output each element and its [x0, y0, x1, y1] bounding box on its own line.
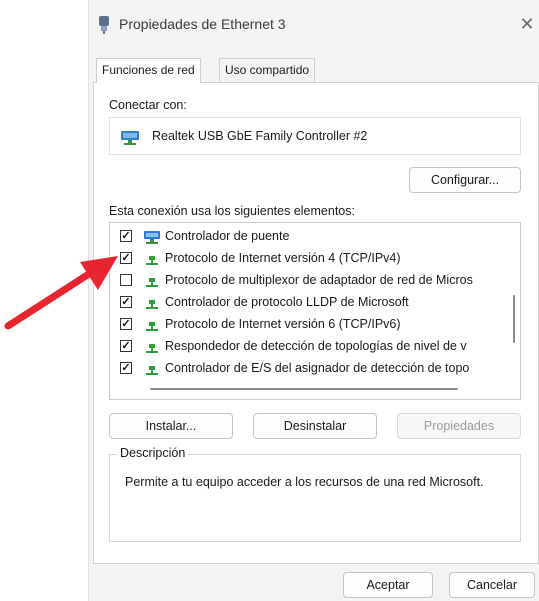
protocol-icon	[146, 300, 158, 309]
list-item-label: Controlador de protocolo LLDP de Microso…	[165, 295, 409, 309]
list-item-label: Controlador de puente	[165, 229, 290, 243]
list-item[interactable]: ✓ Protocolo de Internet versión 6 (TCP/I…	[110, 315, 510, 335]
checkbox[interactable]: ✓	[120, 230, 132, 242]
protocol-icon	[146, 344, 158, 353]
window-title: Propiedades de Ethernet 3	[119, 16, 286, 32]
checkbox[interactable]: ✓	[120, 340, 132, 352]
accept-button[interactable]: Aceptar	[343, 572, 433, 598]
tab-network-functions[interactable]: Funciones de red	[96, 58, 201, 83]
list-item[interactable]: ✓ Controlador de protocolo LLDP de Micro…	[110, 293, 510, 313]
title-bar: Propiedades de Ethernet 3 ✕	[89, 0, 539, 48]
description-group	[109, 454, 521, 542]
protocol-icon	[146, 256, 158, 265]
list-item-label: Protocolo de Internet versión 4 (TCP/IPv…	[165, 251, 401, 265]
list-item[interactable]: ✓ Controlador de E/S del asignador de de…	[110, 359, 510, 379]
checkbox[interactable]: ✓	[120, 318, 132, 330]
configure-button[interactable]: Configurar...	[409, 167, 521, 193]
properties-dialog: Propiedades de Ethernet 3 ✕ Funciones de…	[88, 0, 539, 601]
list-item-label: Controlador de E/S del asignador de dete…	[165, 361, 470, 375]
components-list[interactable]: ✓ Controlador de puente ✓ Protocolo de I…	[109, 222, 521, 400]
description-legend: Descripción	[117, 446, 189, 460]
list-item[interactable]: ✓ Respondedor de detección de topologías…	[110, 337, 510, 357]
checkbox[interactable]: ✓	[120, 252, 132, 264]
items-label: Esta conexión usa los siguientes element…	[109, 204, 355, 218]
adapter-field: Realtek USB GbE Family Controller #2	[109, 117, 521, 155]
properties-button[interactable]: Propiedades	[397, 413, 521, 439]
cancel-button[interactable]: Cancelar	[449, 572, 535, 598]
checkbox[interactable]	[120, 274, 132, 286]
red-arrow-annotation	[4, 256, 118, 330]
protocol-icon	[146, 366, 158, 375]
list-item-label: Respondedor de detección de topologías d…	[165, 339, 467, 353]
install-button[interactable]: Instalar...	[109, 413, 233, 439]
protocol-icon	[146, 322, 158, 331]
bridge-icon	[144, 231, 160, 244]
uninstall-button[interactable]: Desinstalar	[253, 413, 377, 439]
network-adapter-icon	[121, 131, 139, 145]
list-item[interactable]: Protocolo de multiplexor de adaptador de…	[110, 271, 510, 291]
checkbox[interactable]: ✓	[120, 296, 132, 308]
close-button[interactable]: ✕	[517, 14, 537, 34]
horizontal-scrollbar[interactable]	[150, 388, 458, 390]
list-item[interactable]: ✓ Protocolo de Internet versión 4 (TCP/I…	[110, 249, 510, 269]
ethernet-plug-icon	[99, 16, 109, 34]
checkbox[interactable]: ✓	[120, 362, 132, 374]
connect-with-label: Conectar con:	[109, 98, 187, 112]
vertical-scrollbar[interactable]	[513, 295, 515, 343]
list-item-label: Protocolo de Internet versión 6 (TCP/IPv…	[165, 317, 401, 331]
list-item[interactable]: ✓ Controlador de puente	[110, 227, 510, 247]
protocol-icon	[146, 278, 158, 287]
list-item-label: Protocolo de multiplexor de adaptador de…	[165, 273, 473, 287]
adapter-name: Realtek USB GbE Family Controller #2	[152, 129, 368, 143]
tab-sharing[interactable]: Uso compartido	[219, 58, 316, 82]
description-text: Permite a tu equipo acceder a los recurs…	[125, 475, 484, 489]
